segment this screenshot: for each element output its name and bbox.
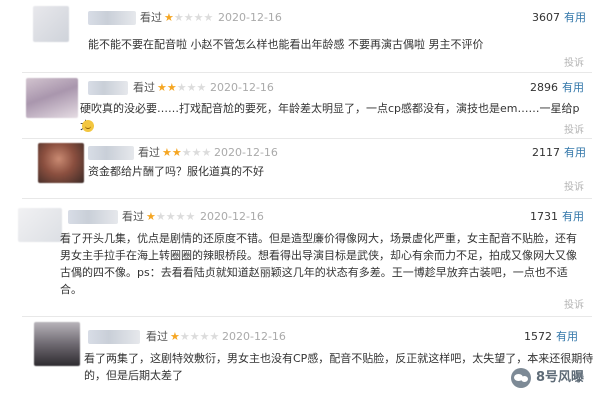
- review-text-line: 看了两集了，这剧特效敷衍，男女主也没有CP感，配音不贴脸，反正就这样吧，太失望了…: [84, 352, 594, 365]
- review-card: 看过 ★★★★★ 2020-12-16 2896 有用 硬吹真的没必要……打戏配…: [0, 72, 600, 138]
- report-button[interactable]: 投诉: [564, 58, 584, 70]
- vote-count: 2117: [532, 146, 560, 159]
- watermark-text: 8号风曝: [535, 370, 584, 385]
- username-redacted: [88, 330, 140, 344]
- useful-button[interactable]: 有用: [556, 330, 578, 344]
- review-date: 2020-12-16: [200, 210, 264, 223]
- rating-stars: ★★★★★: [157, 81, 207, 94]
- rating-stars: ★★★★★: [162, 146, 212, 159]
- vote-count: 2896: [530, 81, 558, 94]
- report-button[interactable]: 投诉: [564, 182, 584, 194]
- review-card: 看过 ★★★★★ 2020-12-16 1731 有用 看了开头几集，优点是剧情…: [0, 198, 600, 311]
- review-text: 资金都给片酬了吗？服化道真的不好: [88, 165, 264, 178]
- comments-page: 看过 ★★★★★ 2020-12-16 3607 有用 能不能不要在配音啦 小赵…: [0, 0, 600, 400]
- review-text: 看了开头几集，优点是剧情的还原度不错。但是造型廉价得像网大，场景虚化严重，女主配…: [60, 230, 595, 298]
- avatar: [33, 6, 69, 42]
- username-redacted: [68, 210, 118, 224]
- useful-button[interactable]: 有用: [564, 146, 586, 160]
- vote-count: 1572: [524, 330, 552, 343]
- avatar: [34, 322, 80, 366]
- username-redacted: [88, 146, 134, 160]
- review-date: 2020-12-16: [214, 146, 278, 159]
- rating-stars: ★★★★★: [146, 210, 196, 223]
- review-text: 硬吹真的没必要……打戏配音尬的要死，年龄差太明显了，一点cp感都没有，演技也是e…: [80, 102, 580, 132]
- useful-button[interactable]: 有用: [562, 81, 584, 95]
- wechat-icon: [510, 368, 531, 388]
- watched-label: 看过: [138, 146, 160, 159]
- rating-stars: ★★★★★: [170, 330, 220, 343]
- username-redacted: [88, 11, 136, 25]
- useful-button[interactable]: 有用: [564, 11, 586, 25]
- review-text-line: 合。: [60, 283, 82, 296]
- review-card: 看过 ★★★★★ 2020-12-16 2117 有用 资金都给片酬了吗？服化道…: [0, 138, 600, 194]
- review-date: 2020-12-16: [218, 11, 282, 24]
- username-redacted: [88, 81, 128, 95]
- avatar: [26, 78, 78, 118]
- watched-label: 看过: [140, 11, 162, 24]
- account-watermark: 8号风曝: [510, 368, 584, 388]
- useful-button[interactable]: 有用: [562, 210, 584, 224]
- review-date: 2020-12-16: [222, 330, 286, 343]
- review-card: 看过 ★★★★★ 2020-12-16 3607 有用 能不能不要在配音啦 小赵…: [0, 0, 600, 72]
- review-text-line: 古偶的四不像。ps：去看看陆贞就知道赵丽颖这几年的状态有多差。王一博趁早放弃古装…: [60, 266, 568, 279]
- avatar: [38, 143, 84, 183]
- watched-label: 看过: [122, 210, 144, 223]
- review-text: 能不能不要在配音啦 小赵不管怎么样也能看出年龄感 不要再演古偶啦 男主不评价: [88, 38, 484, 51]
- review-text-line: 看了开头几集，优点是剧情的还原度不错。但是造型廉价得像网大，场景虚化严重，女主配…: [60, 232, 577, 245]
- watched-label: 看过: [146, 330, 168, 343]
- vote-count: 3607: [532, 11, 560, 24]
- review-text-line: 男女主手拉手在海上转圈圈的辣眼桥段。想看得出导演目标是武侠，却心有余而力不足，拍…: [60, 249, 577, 262]
- smiley-emoji-icon: [82, 120, 94, 132]
- report-button[interactable]: 投诉: [564, 300, 584, 312]
- watched-label: 看过: [133, 81, 155, 94]
- vote-count: 1731: [530, 210, 558, 223]
- review-date: 2020-12-16: [210, 81, 274, 94]
- avatar: [18, 208, 62, 242]
- rating-stars: ★★★★★: [164, 11, 214, 24]
- report-button[interactable]: 投诉: [564, 125, 584, 137]
